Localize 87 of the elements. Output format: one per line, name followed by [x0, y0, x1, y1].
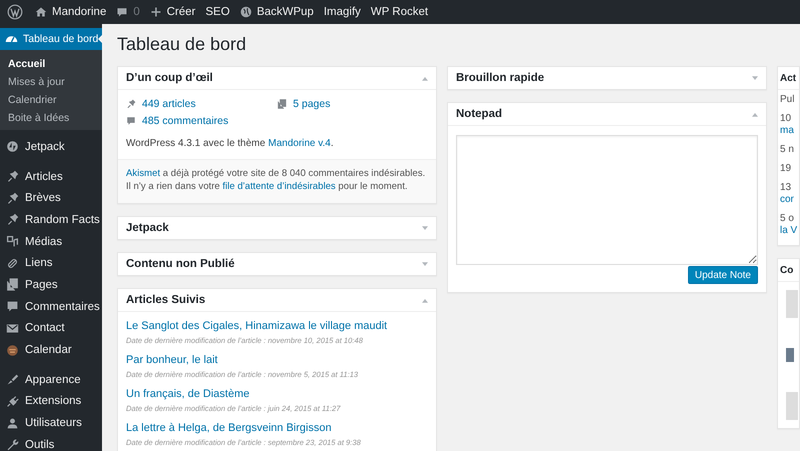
user-icon [6, 416, 19, 430]
submenu-item[interactable]: Calendrier [0, 91, 102, 109]
article-link[interactable]: Un français, de Diastème [126, 386, 428, 402]
akismet-link[interactable]: file d’attente d’indésirables [222, 181, 336, 192]
menu-item[interactable]: Médias [25, 236, 62, 248]
plug-icon [6, 394, 19, 408]
pages-icon [6, 278, 19, 292]
menu-item[interactable]: Utilisateurs [25, 417, 82, 430]
widget-title: Contenu non Publié [126, 258, 235, 270]
comment-icon [6, 300, 19, 314]
mail-icon [6, 322, 19, 335]
widget-title: Co [780, 264, 794, 276]
page-title: Tableau de bord [117, 33, 248, 56]
theme-link[interactable]: Mandorine v.4 [268, 138, 331, 149]
expand-arrow-icon[interactable] [422, 262, 428, 266]
activity-text: 19 [780, 163, 792, 175]
widget-title: D’un coup d’œil [126, 72, 213, 84]
article-link[interactable]: Le Sanglot des Cigales, Hinamizawa le village maudit [126, 318, 428, 334]
akismet-link[interactable]: Akismet [126, 168, 160, 179]
activity-text: 5 o [780, 213, 795, 225]
activity-link[interactable]: cor [780, 194, 797, 206]
menu-item[interactable]: Jetpack [25, 140, 65, 153]
menu-item[interactable]: Outils [25, 438, 54, 451]
toolbar-link[interactable]: Imagify [324, 6, 361, 18]
pin-icon [6, 213, 19, 226]
akismet-text: Akismet a déjà protégé votre site de 8 040 commentaires indésirables. [126, 167, 426, 180]
menu-item[interactable]: Contact [25, 322, 65, 334]
home-icon [35, 6, 47, 18]
toolbar-link[interactable]: Créer [150, 6, 196, 18]
pin-icon [6, 170, 19, 184]
widget-title: Brouillon rapide [456, 72, 544, 84]
site-name-link[interactable]: Mandorine [35, 6, 106, 18]
wrench-icon [6, 438, 19, 451]
collapse-arrow-icon[interactable] [752, 112, 758, 116]
menu-item[interactable]: Random Facts [25, 214, 100, 226]
widget-title: Act [780, 72, 796, 84]
activity-link[interactable]: ma [780, 125, 797, 137]
link-icon [6, 256, 19, 270]
activity-text: Pul [780, 94, 796, 106]
menu-item[interactable]: Commentaires [25, 300, 100, 313]
count-link[interactable]: 449 articles [142, 98, 196, 110]
activity-link[interactable]: la V [780, 225, 797, 237]
menu-item[interactable]: Calendar [25, 344, 72, 356]
plus-icon [150, 6, 162, 18]
comment-icon [126, 116, 136, 126]
menu-item[interactable]: Brèves [25, 192, 61, 204]
toolbar-link[interactable]: SEO [206, 6, 230, 18]
menu-item[interactable]: Apparence [25, 374, 81, 386]
toolbar-link[interactable]: WP Rocket [370, 6, 428, 18]
wordpress-logo-icon[interactable] [7, 4, 23, 20]
collapse-arrow-icon[interactable] [422, 298, 428, 302]
brush-icon [6, 373, 19, 386]
toolbar-link[interactable]: BackWPup [240, 6, 314, 18]
activity-text: 10 [780, 113, 792, 125]
submenu-item[interactable]: Mises à jour [0, 73, 102, 91]
submenu-item[interactable]: Accueil [0, 55, 102, 73]
pages-icon [277, 99, 287, 109]
comment-icon [116, 6, 128, 18]
version-text: WordPress 4.3.1 avec le thème Mandorine v.4. [126, 138, 335, 149]
expand-arrow-icon[interactable] [752, 76, 758, 80]
activity-text: 13 [780, 182, 792, 194]
widget-title: Articles Suivis [126, 294, 206, 306]
article-link[interactable]: Par bonheur, le lait [126, 352, 428, 368]
menu-item[interactable]: Extensions [25, 395, 82, 408]
widget-title: Notepad [456, 108, 502, 120]
menu-item[interactable]: Articles [25, 170, 63, 183]
article-link[interactable]: La lettre à Helga, de Bergsveinn Birgisson [126, 420, 428, 436]
activity-text: 5 n [780, 144, 795, 156]
pin-icon [6, 192, 19, 205]
media-icon [6, 235, 19, 248]
note-textarea[interactable] [456, 135, 758, 265]
count-link[interactable]: 5 pages [293, 98, 330, 110]
update-note-button[interactable]: Update Note [688, 266, 758, 284]
submenu-item[interactable]: Boite à Idées [0, 109, 102, 127]
akismet-text: Il n’y a rien dans votre file d’attente d’indésirables pour le moment. [126, 180, 409, 193]
jetpack-icon [6, 140, 19, 154]
globe-icon [240, 6, 252, 18]
menu-item[interactable]: Pages [25, 278, 58, 291]
widget-title: Jetpack [126, 222, 169, 234]
avatar-placeholder [786, 348, 794, 362]
calendar-icon [6, 344, 19, 357]
pin-icon [126, 99, 136, 109]
count-link[interactable]: 485 commentaires [142, 115, 228, 127]
collapse-arrow-icon[interactable] [422, 76, 428, 80]
menu-item[interactable]: Tableau de bord [0, 28, 102, 50]
menu-item[interactable]: Liens [25, 257, 52, 270]
expand-arrow-icon[interactable] [422, 226, 428, 230]
